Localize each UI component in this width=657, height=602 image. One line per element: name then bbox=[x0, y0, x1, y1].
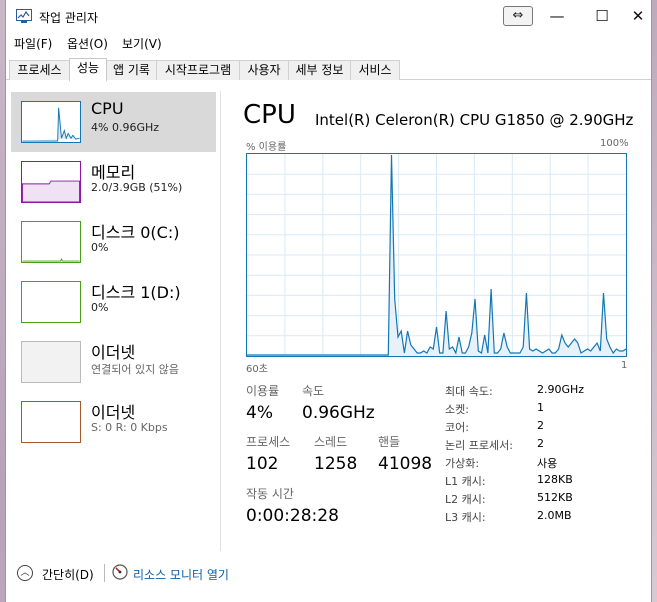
disk-1-thumbnail bbox=[21, 281, 81, 323]
uptime-label: 작동 시간 bbox=[246, 487, 294, 501]
spec-label: 가상화: bbox=[445, 457, 480, 470]
cpu-thumbnail bbox=[21, 101, 81, 143]
processes-label: 프로세스 bbox=[246, 435, 291, 449]
utilization-value: 4% bbox=[246, 403, 273, 423]
resource-sub: S: 0 R: 0 Kbps bbox=[91, 421, 168, 434]
task-manager-icon bbox=[16, 9, 32, 23]
resource-name: 이더넷 bbox=[91, 343, 136, 362]
memory-thumbnail bbox=[21, 161, 81, 203]
menu-bar: 파일(F) 옵션(O) 보기(V) bbox=[6, 35, 651, 55]
resize-arrows-icon[interactable]: ⇔ bbox=[503, 6, 533, 26]
handles-label: 핸들 bbox=[378, 435, 401, 449]
spec-value: 512KB bbox=[537, 491, 573, 504]
tab-processes[interactable]: 프로세스 bbox=[9, 60, 70, 80]
resource-name: CPU bbox=[91, 99, 124, 118]
disk-0-thumbnail bbox=[21, 221, 81, 263]
tab-users[interactable]: 사용자 bbox=[239, 60, 289, 80]
footer-divider bbox=[104, 564, 105, 582]
detail-title: CPU bbox=[243, 100, 296, 130]
ethernet-thumbnail bbox=[21, 341, 81, 383]
spec-label: 최대 속도: bbox=[445, 385, 493, 398]
spec-value: 2 bbox=[537, 419, 544, 432]
spec-value: 2.90GHz bbox=[537, 383, 585, 396]
resource-name: 디스크 0(C:) bbox=[91, 223, 180, 242]
tab-details[interactable]: 세부 정보 bbox=[288, 60, 351, 80]
spec-value: 2 bbox=[537, 437, 544, 450]
resource-name: 디스크 1(D:) bbox=[91, 283, 181, 302]
uptime-value: 0:00:28:28 bbox=[246, 506, 339, 526]
chevron-up-icon[interactable]: ︿ bbox=[17, 565, 33, 581]
tab-performance[interactable]: 성능 bbox=[69, 58, 107, 81]
close-button[interactable]: ✕ bbox=[624, 0, 652, 33]
speed-value: 0.96GHz bbox=[302, 403, 375, 423]
footer: ︿ 간단히(D) 리소스 모니터 열기 bbox=[6, 556, 651, 586]
resource-memory[interactable]: 메모리 2.0/3.9GB (51%) bbox=[11, 152, 216, 212]
threads-label: 스레드 bbox=[314, 435, 348, 449]
collapse-button[interactable]: 간단히(D) bbox=[42, 566, 94, 583]
spec-value: 1 bbox=[537, 401, 544, 414]
resource-sub: 2.0/3.9GB (51%) bbox=[91, 181, 183, 194]
resource-sub: 0% bbox=[91, 241, 109, 254]
resource-monitor-icon bbox=[112, 564, 128, 580]
cpu-utilization-graph bbox=[246, 153, 627, 357]
menu-view[interactable]: 보기(V) bbox=[122, 35, 162, 52]
utilization-label: 이용률 bbox=[246, 384, 280, 398]
resource-list: CPU 4% 0.96GHz 메모리 2.0/3.9GB (51%) 디스크 0… bbox=[11, 91, 221, 551]
graph-x-min: 1 bbox=[621, 360, 628, 371]
graph-x-span: 60초 bbox=[246, 364, 268, 375]
menu-file[interactable]: 파일(F) bbox=[14, 35, 52, 52]
task-manager-window: 작업 관리자 ⇔ — ☐ ✕ 파일(F) 옵션(O) 보기(V) 프로세스 성능… bbox=[5, 0, 652, 602]
processes-value: 102 bbox=[246, 454, 279, 474]
cpu-model: Intel(R) Celeron(R) CPU G1850 @ 2.90GHz bbox=[315, 111, 634, 129]
speed-label: 속도 bbox=[302, 384, 325, 398]
resource-cpu[interactable]: CPU 4% 0.96GHz bbox=[11, 92, 216, 152]
window-title: 작업 관리자 bbox=[39, 11, 99, 25]
threads-value: 1258 bbox=[314, 454, 358, 474]
spec-label: L1 캐시: bbox=[445, 475, 486, 488]
spec-label: L3 캐시: bbox=[445, 511, 486, 524]
resource-disk-1[interactable]: 디스크 1(D:) 0% bbox=[11, 272, 216, 332]
graph-y-label: % 이용률 bbox=[246, 142, 287, 153]
resource-disk-0[interactable]: 디스크 0(C:) 0% bbox=[11, 212, 216, 272]
graph-y-max: 100% bbox=[600, 138, 629, 149]
resource-ethernet-disconnected[interactable]: 이더넷 연결되어 있지 않음 bbox=[11, 332, 216, 392]
menu-options[interactable]: 옵션(O) bbox=[67, 35, 108, 52]
cpu-graph-svg bbox=[247, 154, 627, 356]
resource-sub: 4% 0.96GHz bbox=[91, 121, 160, 134]
spec-label: 논리 프로세서: bbox=[445, 439, 513, 452]
spec-label: L2 캐시: bbox=[445, 493, 486, 506]
title-bar[interactable]: 작업 관리자 ⇔ — ☐ ✕ bbox=[6, 0, 651, 33]
open-resource-monitor-link[interactable]: 리소스 모니터 열기 bbox=[133, 566, 229, 583]
tab-app-history[interactable]: 앱 기록 bbox=[106, 60, 157, 80]
spec-value: 2.0MB bbox=[537, 509, 572, 522]
spec-value: 128KB bbox=[537, 473, 573, 486]
resource-sub: 연결되어 있지 않음 bbox=[91, 363, 179, 376]
minimize-button[interactable]: — bbox=[534, 0, 580, 33]
spec-label: 소켓: bbox=[445, 403, 469, 416]
maximize-button[interactable]: ☐ bbox=[579, 0, 625, 33]
resource-name: 메모리 bbox=[91, 163, 136, 182]
resource-ethernet[interactable]: 이더넷 S: 0 R: 0 Kbps bbox=[11, 392, 216, 452]
tab-startup[interactable]: 시작프로그램 bbox=[156, 60, 240, 80]
tab-services[interactable]: 서비스 bbox=[350, 60, 400, 80]
spec-value: 사용 bbox=[537, 457, 558, 470]
resource-sub: 0% bbox=[91, 301, 109, 314]
handles-value: 41098 bbox=[378, 454, 433, 474]
spec-label: 코어: bbox=[445, 421, 469, 434]
resource-name: 이더넷 bbox=[91, 403, 136, 422]
tab-strip: 프로세스 성능 앱 기록 시작프로그램 사용자 세부 정보 서비스 bbox=[6, 58, 651, 81]
ethernet-thumbnail bbox=[21, 401, 81, 443]
